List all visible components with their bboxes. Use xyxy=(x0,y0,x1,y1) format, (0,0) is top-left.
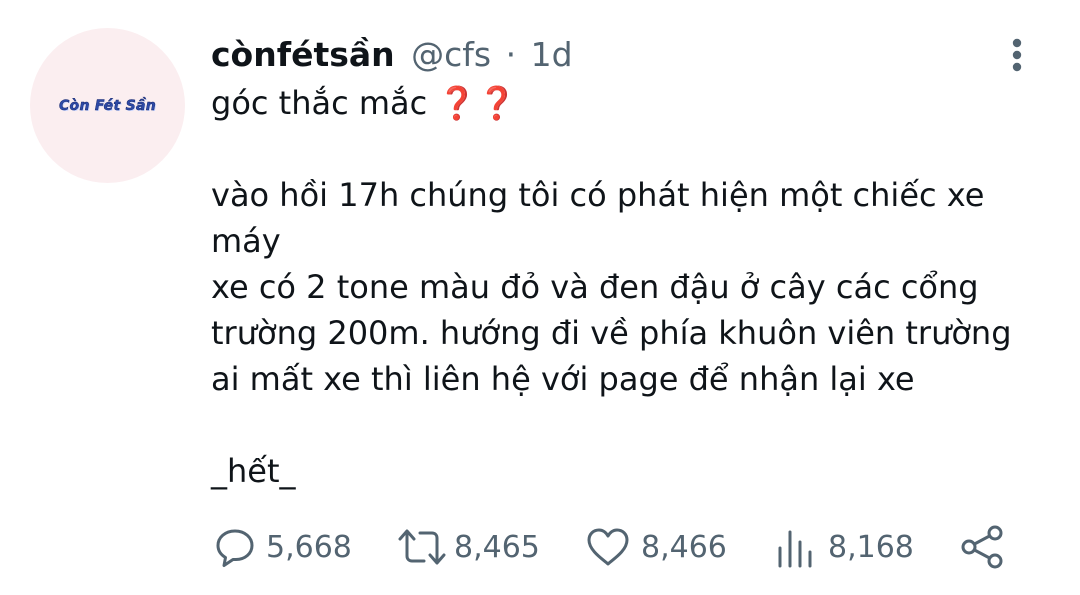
bar-chart-icon xyxy=(778,530,812,568)
views-count: 8,168 xyxy=(828,529,914,565)
reply-count: 5,668 xyxy=(266,529,352,565)
handle[interactable]: @cfs xyxy=(411,35,491,74)
tweet-title-text: góc thắc mắc xyxy=(211,84,438,122)
display-name[interactable]: cònfétsần xyxy=(211,35,395,74)
retweet-icon xyxy=(398,529,446,565)
tweet-line-title: góc thắc mắc ❓❓ xyxy=(211,80,1051,126)
tweet-line: xe có 2 tone màu đỏ và đen đậu ở cây các… xyxy=(211,268,1012,352)
tweet-text: góc thắc mắc ❓❓ vào hồi 17h chúng tôi có… xyxy=(211,80,1051,494)
separator-dot: · xyxy=(505,35,517,74)
avatar[interactable]: Còn Fét Sần xyxy=(30,28,185,183)
share-icon xyxy=(961,525,1003,569)
like-button[interactable]: 8,466 xyxy=(585,522,727,572)
tweet-card[interactable]: Còn Fét Sần cònfétsần @cfs · 1d góc thắc… xyxy=(0,0,1080,595)
views-button[interactable]: 8,168 xyxy=(776,522,914,572)
like-count: 8,466 xyxy=(641,529,727,565)
retweet-count: 8,465 xyxy=(454,529,540,565)
tweet-line: _hết_ xyxy=(211,452,296,490)
more-vertical-icon xyxy=(1012,38,1022,72)
heart-icon xyxy=(587,528,629,566)
tweet-line: ai mất xe thì liên hệ với page để nhận l… xyxy=(211,360,915,398)
tweet-line: vào hồi 17h chúng tôi có phát hiện một c… xyxy=(211,176,985,260)
tweet-header: cònfétsần @cfs · 1d xyxy=(211,34,573,76)
timestamp[interactable]: 1d xyxy=(531,35,573,74)
speech-bubble-icon xyxy=(216,529,254,567)
retweet-button[interactable]: 8,465 xyxy=(396,522,540,572)
more-options-button[interactable] xyxy=(1003,36,1031,76)
share-button[interactable] xyxy=(960,522,1006,572)
reply-button[interactable]: 5,668 xyxy=(214,522,352,572)
avatar-logo-text: Còn Fét Sần xyxy=(58,97,157,114)
tweet-actions: 5,668 8,465 8,466 8,168 xyxy=(0,522,1080,572)
question-mark-emoji: ❓❓ xyxy=(437,84,518,122)
